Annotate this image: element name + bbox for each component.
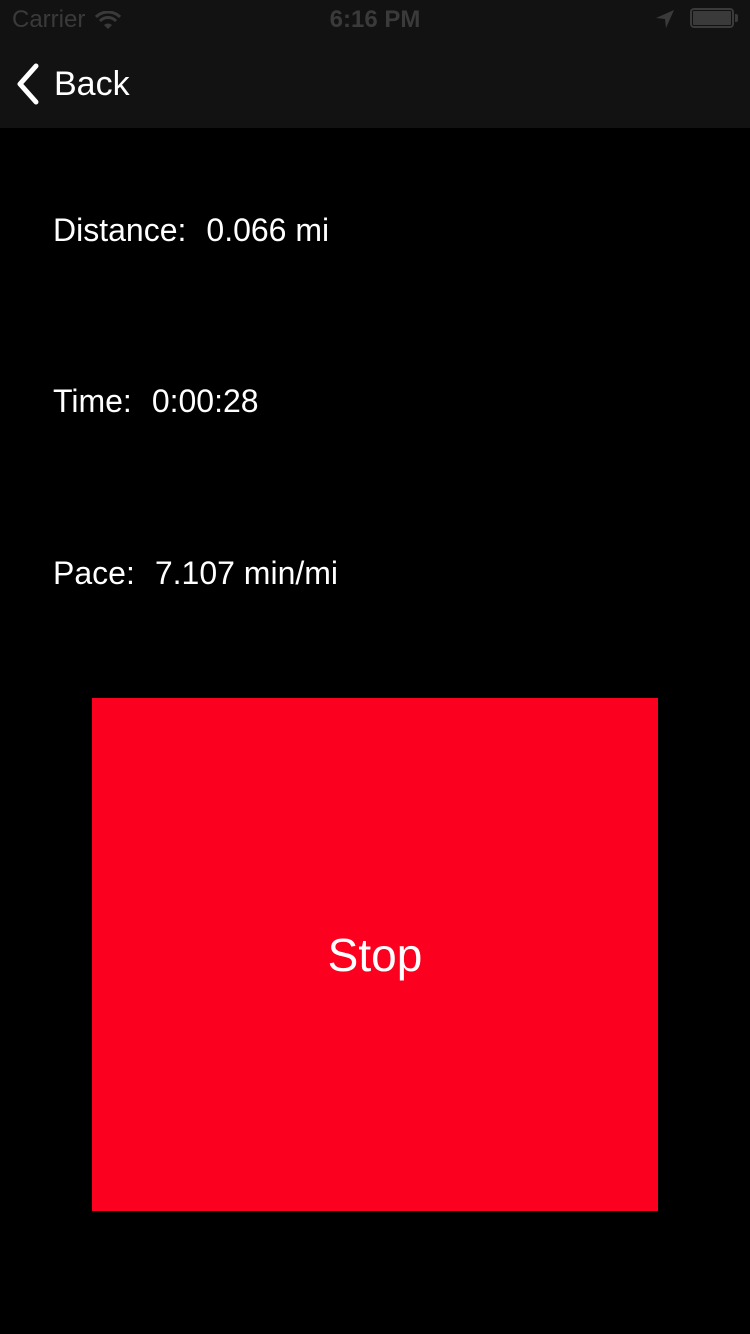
workout-screen: Carrier 6:16 PM Back Distance: 0.066 mi … (0, 0, 750, 1334)
chevron-left-icon (14, 62, 42, 106)
time-label: Time: (53, 383, 132, 419)
navigation-bar: Back (0, 40, 750, 128)
battery-icon (690, 8, 740, 30)
stop-button-label: Stop (327, 928, 423, 981)
back-label: Back (54, 65, 130, 103)
stop-button[interactable]: Stop (92, 698, 658, 1211)
location-icon (654, 8, 676, 30)
time-value: 0:00:28 (151, 383, 259, 419)
distance-value: 0.066 mi (206, 212, 330, 248)
pace-stat: Pace: 7.107 min/mi (53, 553, 338, 593)
back-button[interactable]: Back (14, 62, 130, 106)
time-stat: Time: 0:00:28 (53, 381, 259, 421)
status-time: 6:16 PM (329, 6, 421, 33)
status-right (654, 8, 740, 30)
distance-stat: Distance: 0.066 mi (53, 210, 329, 250)
pace-value: 7.107 min/mi (154, 555, 339, 591)
distance-label: Distance: (53, 212, 187, 248)
pace-label: Pace: (53, 555, 135, 591)
status-bar: Carrier 6:16 PM (0, 0, 750, 40)
